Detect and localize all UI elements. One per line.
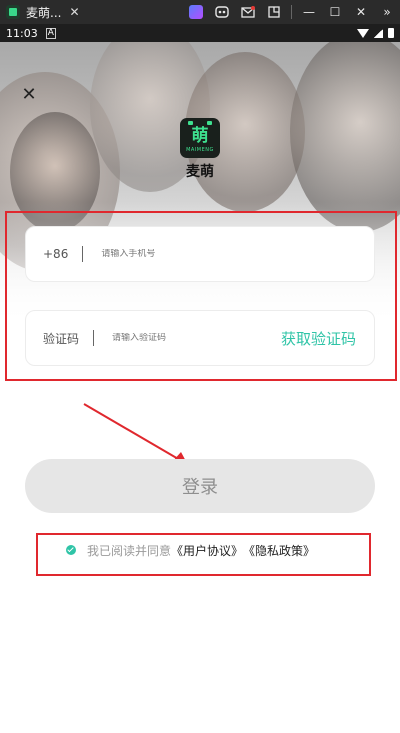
wifi-icon <box>357 28 369 38</box>
status-time: 11:03 <box>6 26 38 40</box>
close-icon[interactable]: ✕ <box>20 86 38 104</box>
agreement-text: 我已阅读并同意 <box>87 543 172 558</box>
resize-icon[interactable] <box>261 0 287 24</box>
tab-close-icon[interactable]: ✕ <box>69 5 79 19</box>
maximize-button[interactable]: ☐ <box>322 0 348 24</box>
agreement-checkbox[interactable] <box>66 545 76 555</box>
logo-subtext: MAIMENG <box>186 146 214 153</box>
status-bar: 11:03 A <box>0 24 400 42</box>
window-title-bar: 麦萌... ✕ — ☐ ✕ » <box>0 0 400 24</box>
close-window-button[interactable]: ✕ <box>348 0 374 24</box>
privacy-policy-link[interactable]: 《隐私政策》 <box>243 542 315 559</box>
more-button[interactable]: » <box>374 0 400 24</box>
window-title: 麦萌... <box>26 5 62 20</box>
battery-icon <box>388 28 394 38</box>
user-agreement-link[interactable]: 《用户协议》 <box>171 542 243 559</box>
mail-icon[interactable] <box>235 0 261 24</box>
app-logo: 萌 MAIMENG <box>180 118 220 158</box>
app-icon <box>6 5 20 19</box>
gamepad-icon[interactable] <box>183 0 209 24</box>
login-button[interactable]: 登录 <box>25 459 375 513</box>
toolbar-divider <box>291 5 292 19</box>
agreement-row: 我已阅读并同意 《用户协议》 《隐私政策》 <box>66 540 315 560</box>
signal-icon <box>374 28 383 38</box>
logo-glyph: 萌 <box>191 125 209 146</box>
window-tab[interactable]: 麦萌... ✕ <box>6 4 80 21</box>
notification-icon: A <box>45 27 56 39</box>
app-name: 麦萌 <box>186 164 214 180</box>
annotation-highlight-box <box>5 211 397 381</box>
minimize-button[interactable]: — <box>296 0 322 24</box>
controller-icon[interactable] <box>209 0 235 24</box>
